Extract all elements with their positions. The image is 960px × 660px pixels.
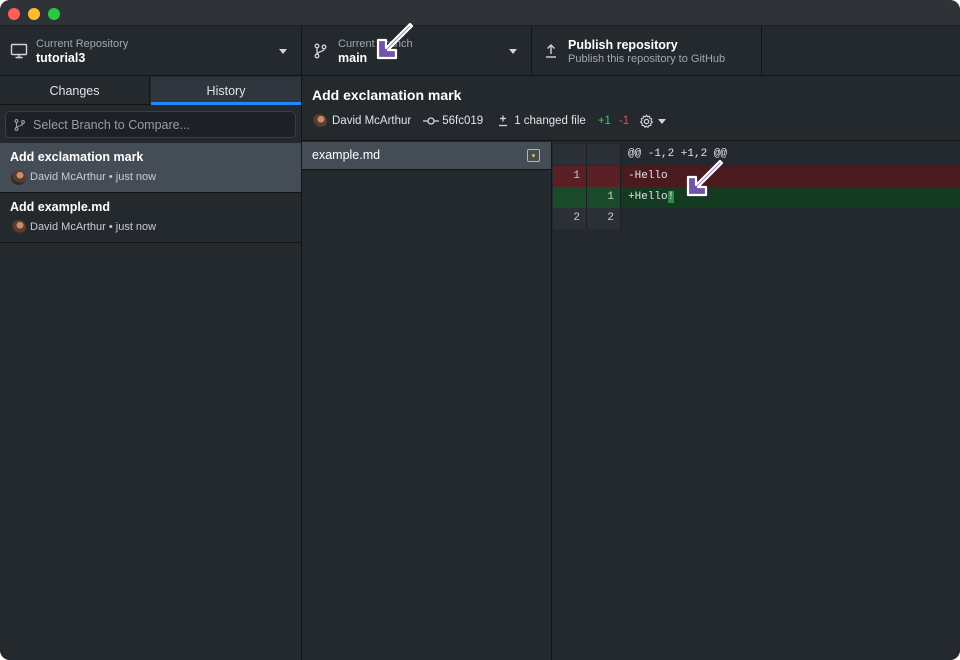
commit-author: David McArthur — [332, 115, 412, 127]
commit-details-pane: Add exclamation mark David McArthur 56fc… — [302, 77, 960, 660]
tab-history[interactable]: History — [151, 77, 301, 105]
avatar — [312, 113, 327, 129]
diff-view: @@ -1,2 +1,2 @@ 1 -Hello 1 +Hello! 2 2 — [553, 142, 960, 660]
diff-hunk-header: @@ -1,2 +1,2 @@ — [553, 144, 960, 165]
toolbar: Current Repository tutorial3 Current Bra… — [0, 26, 960, 76]
avatar — [11, 170, 26, 185]
diff-line-deleted[interactable]: 1 -Hello — [553, 166, 960, 187]
current-repository-name: tutorial3 — [36, 51, 86, 65]
git-commit-icon — [423, 117, 440, 125]
new-line-number: 2 — [587, 208, 621, 229]
active-tab-indicator — [151, 102, 301, 105]
chevron-down-icon — [509, 49, 517, 54]
chevron-down-icon — [279, 49, 287, 54]
current-repository-button[interactable]: Current Repository tutorial3 — [0, 26, 302, 76]
commit-list: Add exclamation mark David McArthur • ju… — [0, 143, 301, 243]
diff-line-text: +Hello — [628, 191, 668, 203]
commit-metadata: David McArthur 56fc019 1 changed file +1… — [312, 113, 667, 129]
upload-icon — [546, 44, 556, 58]
file-name: example.md — [312, 148, 381, 162]
commit-title: Add exclamation mark — [10, 150, 144, 164]
list-item[interactable]: example.md — [302, 142, 551, 170]
commit-meta: David McArthur • just now — [30, 171, 157, 183]
additions-count: +1 — [597, 115, 611, 127]
annotation-arrow-icon — [686, 159, 724, 197]
commit-summary-title: Add exclamation mark — [312, 87, 462, 103]
new-line-number: 1 — [587, 187, 621, 208]
chevron-down-icon — [658, 118, 667, 124]
commit-title: Add example.md — [10, 200, 111, 214]
current-branch-name: main — [338, 51, 368, 65]
publish-repository-subtitle: Publish this repository to GitHub — [568, 53, 726, 65]
maximize-window-button[interactable] — [48, 8, 60, 20]
tab-history-label: History — [206, 84, 246, 98]
sidebar-tabs: Changes History — [0, 77, 301, 105]
monitor-icon — [10, 43, 28, 59]
commit-meta: David McArthur • just now — [30, 221, 157, 233]
old-line-number: 2 — [553, 208, 587, 229]
branch-icon — [314, 43, 327, 59]
commit-summary-header: Add exclamation mark David McArthur 56fc… — [302, 77, 960, 141]
annotation-arrow-icon — [376, 22, 414, 60]
old-line-number: 1 — [553, 166, 587, 187]
minimize-window-button[interactable] — [28, 8, 40, 20]
publish-repository-title: Publish repository — [568, 38, 678, 52]
sidebar: Changes History Select Branch to Compare… — [0, 77, 302, 660]
current-repository-label: Current Repository — [36, 38, 129, 50]
branch-compare-input[interactable]: Select Branch to Compare... — [5, 111, 296, 138]
branch-icon — [14, 119, 25, 131]
branch-compare-placeholder: Select Branch to Compare... — [33, 118, 191, 132]
list-item[interactable]: Add example.md David McArthur • just now — [0, 193, 301, 243]
diff-icon — [499, 115, 508, 127]
new-line-number — [587, 166, 621, 187]
current-branch-button[interactable]: Current Branch main — [302, 26, 532, 76]
added-text-highlight: ! — [667, 191, 675, 203]
diff-line-text: -Hello — [628, 170, 668, 182]
gear-icon — [640, 114, 654, 128]
publish-repository-button[interactable]: Publish repository Publish this reposito… — [532, 26, 762, 76]
commit-sha-button[interactable]: 56fc019 — [423, 115, 483, 127]
diff-line-added[interactable]: 1 +Hello! — [553, 187, 960, 208]
list-item[interactable]: Add exclamation mark David McArthur • ju… — [0, 143, 301, 193]
title-bar — [0, 0, 960, 26]
tab-changes[interactable]: Changes — [0, 77, 150, 105]
modified-file-icon — [527, 149, 540, 162]
close-window-button[interactable] — [8, 8, 20, 20]
changed-files-count: 1 changed file — [514, 115, 586, 127]
old-line-number — [553, 187, 587, 208]
deletions-count: -1 — [618, 115, 630, 127]
diff-line-context[interactable]: 2 2 — [553, 208, 960, 229]
app-window: Current Repository tutorial3 Current Bra… — [0, 0, 960, 660]
diff-settings-button[interactable] — [639, 114, 667, 129]
commit-sha: 56fc019 — [442, 115, 484, 127]
avatar — [11, 220, 26, 235]
changed-files-list: example.md — [302, 142, 552, 660]
